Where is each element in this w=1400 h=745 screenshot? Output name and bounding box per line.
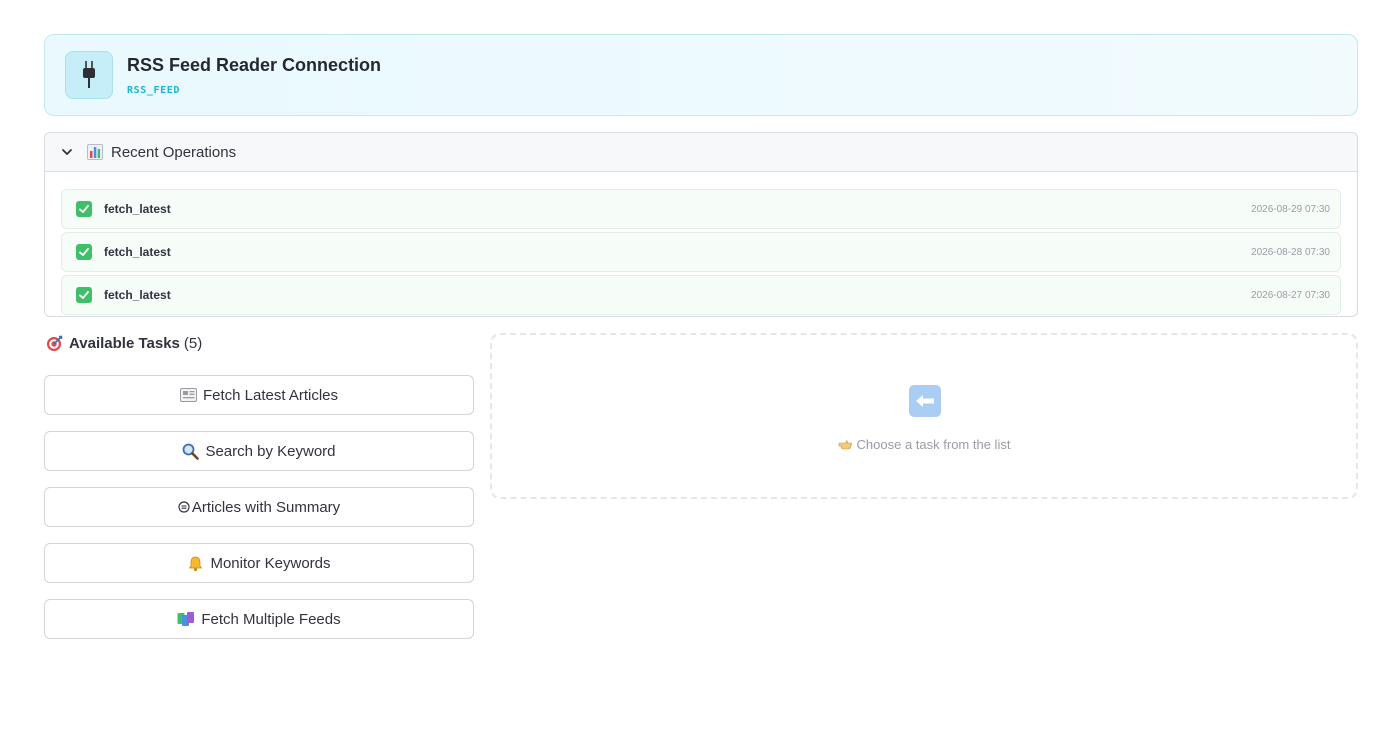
left-arrow-icon [909, 385, 941, 417]
fetch-multiple-feeds-button[interactable]: Fetch Multiple Feeds [44, 599, 474, 639]
bell-icon [187, 555, 204, 572]
operations-list: fetch_latest 2026-08-29 07:30 fetch_late… [61, 189, 1341, 316]
task-label: Monitor Keywords [210, 554, 331, 572]
placeholder-message: Choose a task from the list [492, 437, 1356, 454]
task-label: Fetch Latest Articles [202, 386, 339, 404]
operation-time: 2026-08-29 07:30 [1251, 203, 1330, 215]
check-icon [76, 201, 92, 217]
recent-operations-expander: Recent Operations fetch_latest 2026-08-2… [44, 132, 1358, 317]
magnifier-icon [182, 443, 200, 460]
books-icon [177, 611, 195, 627]
articles-with-summary-button[interactable]: Articles with Summary [44, 487, 474, 527]
placeholder-text: Choose a task from the list [856, 437, 1011, 452]
plug-icon [65, 51, 113, 99]
task-label: Fetch Multiple Feeds [201, 610, 341, 628]
page-title: RSS Feed Reader Connection [127, 55, 382, 75]
operation-name: fetch_latest [104, 288, 171, 302]
task-label: Articles with Summary [191, 498, 341, 516]
tasks-heading-label: Available Tasks [69, 335, 180, 352]
task-detail-placeholder: Choose a task from the list [490, 333, 1358, 499]
fetch-latest-articles-button[interactable]: Fetch Latest Articles [44, 375, 474, 415]
recent-operations-title: Recent Operations [111, 143, 237, 161]
operation-name: fetch_latest [104, 245, 171, 259]
pointing-hand-icon [838, 438, 853, 454]
operation-time: 2026-08-27 07:30 [1251, 289, 1330, 301]
tasks-count: (5) [183, 335, 203, 352]
monitor-keywords-button[interactable]: Monitor Keywords [44, 543, 474, 583]
recent-operations-toggle[interactable]: Recent Operations [45, 133, 1357, 172]
connection-header-card: RSS Feed Reader Connection RSS_FEED [44, 34, 1358, 116]
chevron-down-icon [61, 146, 73, 158]
operation-time: 2026-08-28 07:30 [1251, 246, 1330, 258]
operation-row: fetch_latest 2026-08-27 07:30 [61, 275, 1341, 315]
operation-row: fetch_latest 2026-08-28 07:30 [61, 232, 1341, 272]
operation-row: fetch_latest 2026-08-29 07:30 [61, 189, 1341, 229]
check-icon [76, 287, 92, 303]
newspaper-icon [179, 388, 197, 402]
connection-code: RSS_FEED [127, 85, 180, 96]
bar-chart-icon [87, 144, 103, 160]
tasks-heading: Available Tasks (5) [46, 335, 202, 352]
check-icon [76, 244, 92, 260]
target-icon [46, 335, 63, 352]
search-by-keyword-button[interactable]: Search by Keyword [44, 431, 474, 471]
task-label: Search by Keyword [205, 442, 336, 460]
summary-icon [178, 501, 190, 513]
operation-name: fetch_latest [104, 202, 171, 216]
